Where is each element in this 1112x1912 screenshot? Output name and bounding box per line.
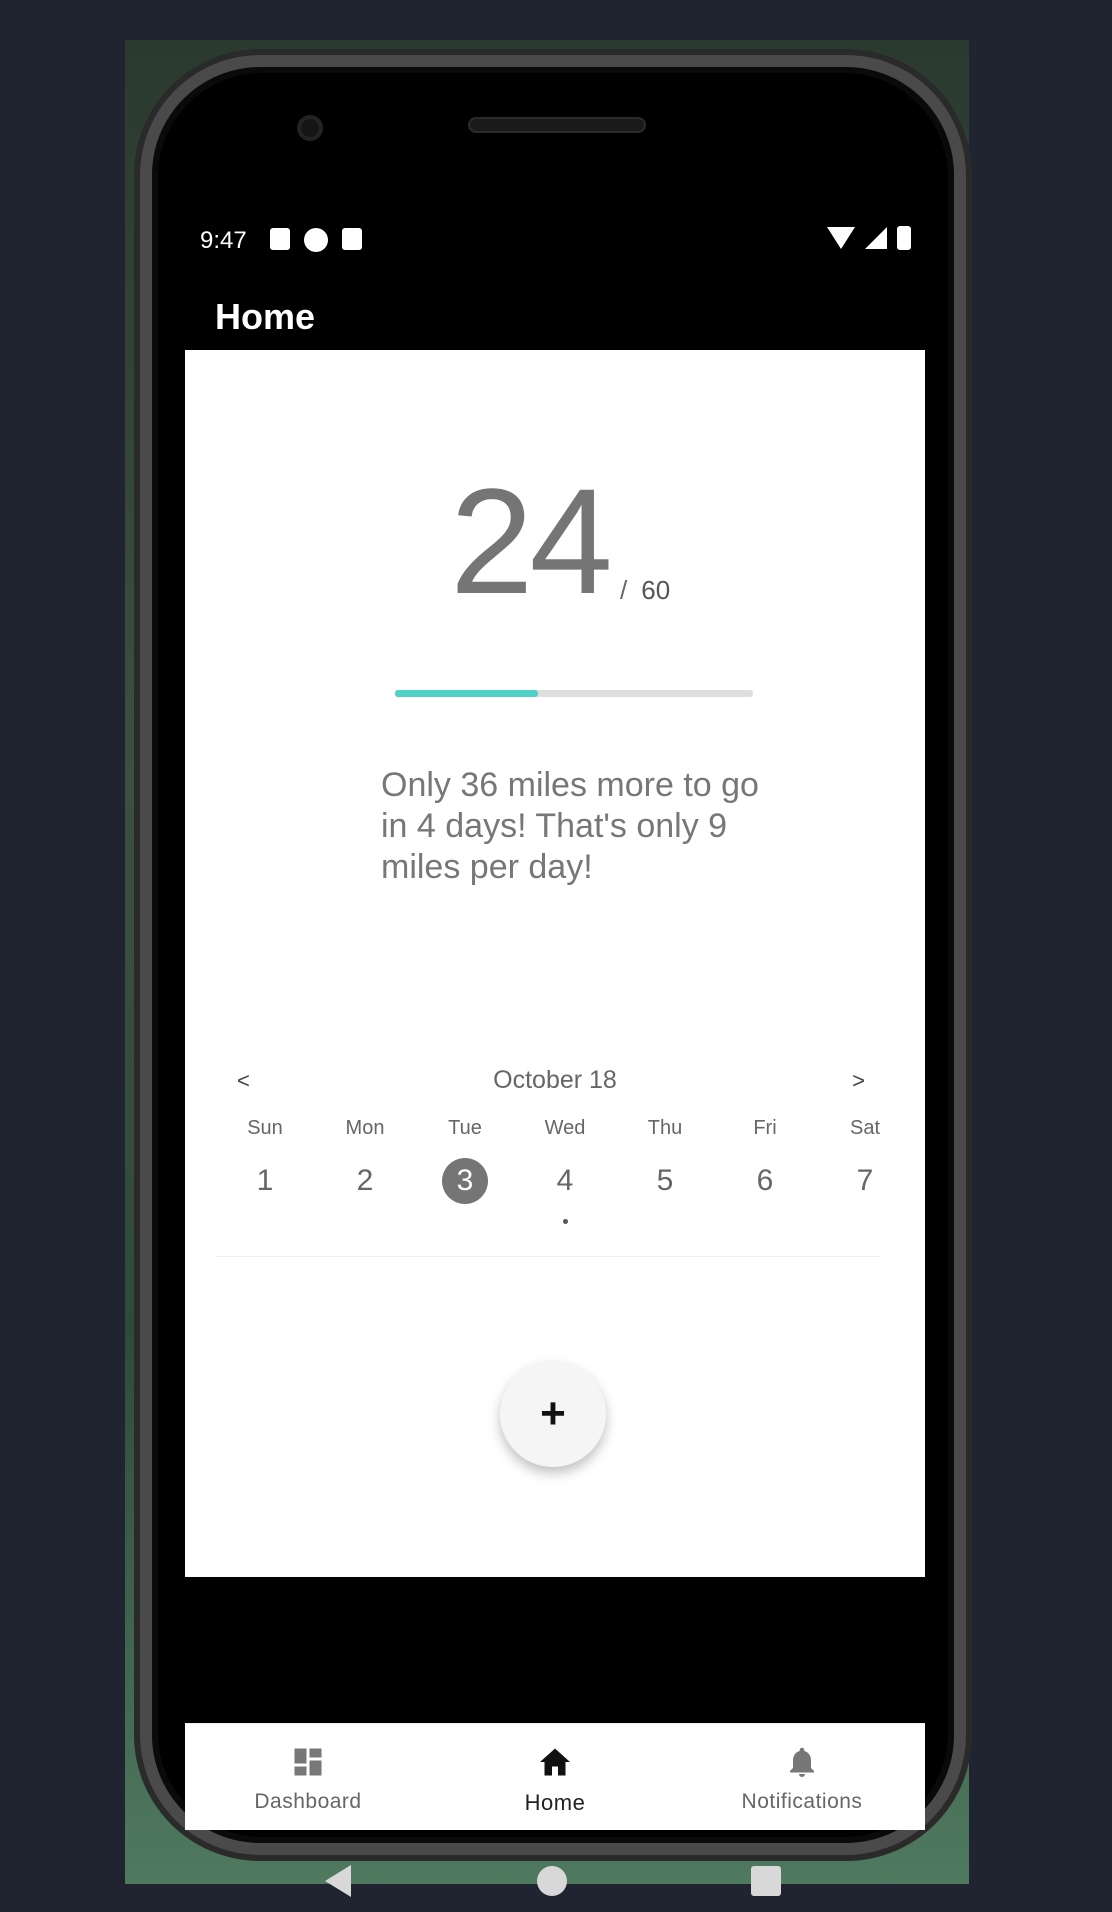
day-number-text: 1 [256,1164,274,1197]
day-number: 2 [315,1157,415,1205]
camera-icon [297,115,323,141]
sd-card-icon [342,228,362,250]
day-of-week-label: Wed [544,1117,586,1139]
day-number: 3 [415,1157,515,1205]
calendar-day[interactable]: Mon 2 [315,1117,415,1205]
battery-icon [897,226,911,250]
day-number-text: 6 [756,1164,774,1197]
cell-signal-icon [865,227,887,249]
day-number: 1 [215,1157,315,1205]
progress-bar [395,690,753,697]
recent-apps-icon[interactable] [751,1866,781,1896]
back-icon[interactable] [325,1865,351,1897]
status-notification-icons [270,228,362,252]
a-notification-icon [270,228,290,250]
p-notification-icon [304,228,328,252]
nav-item-notifications[interactable]: Notifications [679,1724,925,1830]
goal-separator: / [620,575,628,605]
calendar-day[interactable]: Sat 7 [815,1117,915,1205]
next-week-button[interactable]: > [852,1068,865,1094]
page-title: Home [215,296,316,337]
day-of-week-label: Sun [247,1117,283,1139]
bell-icon [790,1747,814,1777]
day-number-text: 7 [856,1164,874,1197]
status-system-icons [827,226,911,250]
app-bar: Home [185,280,925,350]
day-number: 6 [715,1157,815,1205]
calendar-day[interactable]: Wed 4 [515,1117,615,1224]
calendar-day[interactable]: Tue 3 [415,1117,515,1205]
goal-miles: 60 [641,575,671,605]
main-content: 24 /60 Only 36 miles more to go in 4 day… [185,350,925,1577]
day-number-text: 5 [656,1164,674,1197]
day-number-text: 3 [442,1158,488,1204]
calendar-month-label: October 18 [493,1066,617,1094]
add-activity-button[interactable]: + [500,1361,606,1467]
day-number-text: 2 [356,1164,374,1197]
day-of-week-label: Fri [753,1117,777,1139]
day-of-week-label: Thu [647,1117,683,1139]
day-number: 7 [815,1157,915,1205]
wifi-icon [827,227,855,249]
status-time: 9:47 [200,227,247,254]
divider [215,1256,879,1257]
nav-label-dashboard: Dashboard [254,1790,362,1813]
activity-dot [563,1219,568,1224]
nav-item-home[interactable]: Home [432,1724,678,1830]
screen: 9:47 Home 24 /60 Only 36 miles more to g… [185,200,925,1897]
calendar-days: Sun 1 Mon 2 Tue 3 Wed 4 Thu 5 Fri 6 Sat 7 [215,1117,915,1224]
nav-item-dashboard[interactable]: Dashboard [185,1724,431,1830]
nav-label-home: Home [524,1790,586,1815]
day-number: 5 [615,1157,715,1205]
motivation-text: Only 36 miles more to go in 4 days! That… [381,766,759,886]
home-icon [540,1748,570,1776]
phone-frame: 9:47 Home 24 /60 Only 36 miles more to g… [140,55,966,1897]
day-number-text: 4 [556,1164,574,1197]
day-of-week-label: Tue [448,1117,482,1139]
day-number: 4 [515,1157,615,1205]
day-of-week-label: Mon [345,1117,385,1139]
status-bar: 9:47 [185,200,925,280]
goal-label: / 60 [620,575,670,606]
bottom-navigation: Dashboard Home Notifications [185,1723,925,1830]
day-of-week-label: Sat [849,1117,881,1139]
calendar-day[interactable]: Thu 5 [615,1117,715,1205]
progress-bar-fill [395,690,539,697]
nav-label-notifications: Notifications [741,1790,863,1813]
home-button-icon[interactable] [537,1866,567,1896]
speaker-grille [468,117,646,133]
calendar-day[interactable]: Sun 1 [215,1117,315,1205]
current-miles: 24 [450,457,613,625]
dashboard-icon [294,1748,322,1776]
calendar-day[interactable]: Fri 6 [715,1117,815,1205]
